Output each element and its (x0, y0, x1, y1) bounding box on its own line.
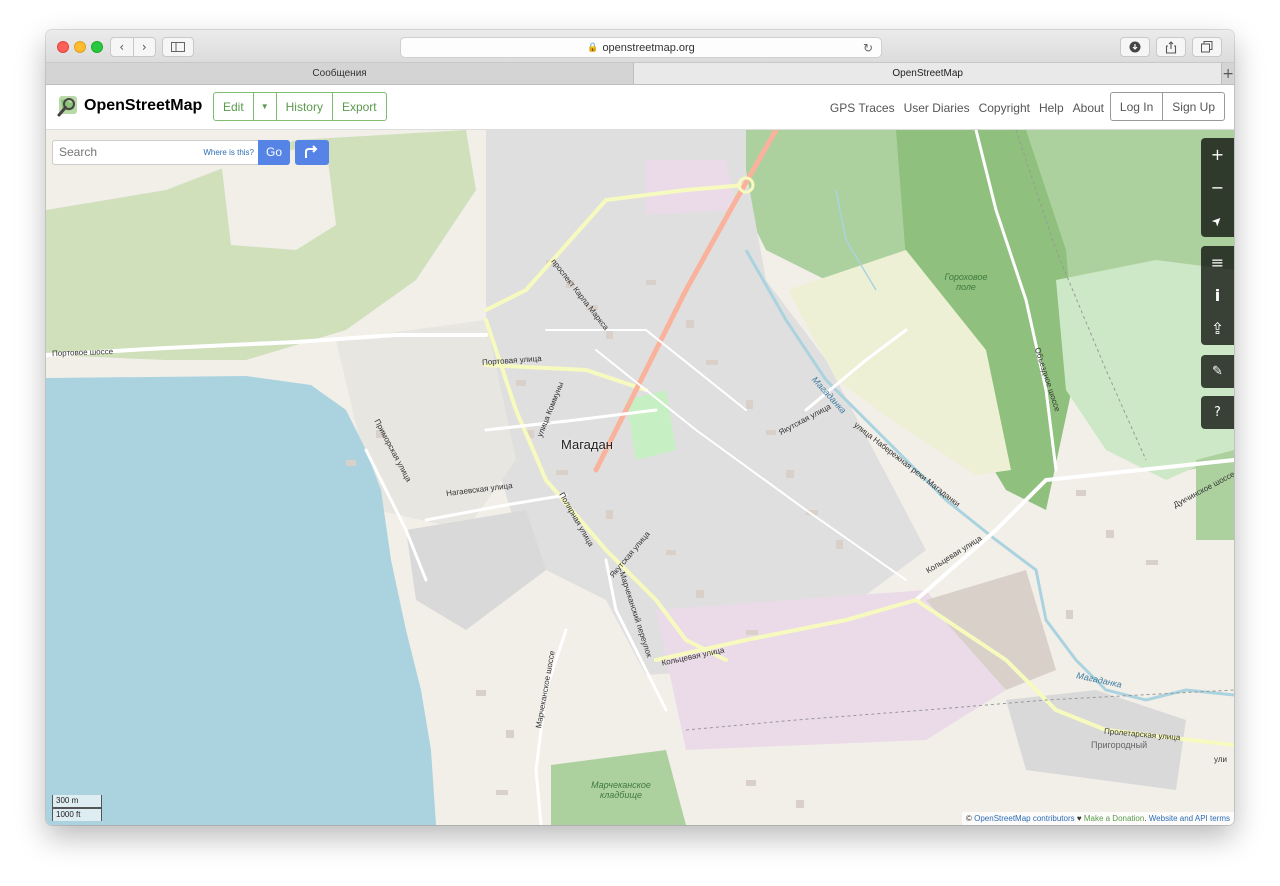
downloads-button[interactable] (1120, 37, 1150, 57)
back-icon[interactable]: ‹ (111, 38, 133, 56)
logo-text: OpenStreetMap (84, 97, 203, 114)
layers-button[interactable]: ≡ (1201, 246, 1234, 279)
edit-button-group: Edit ▼ History Export (213, 92, 387, 121)
directions-button[interactable] (295, 139, 329, 165)
signup-button[interactable]: Sign Up (1163, 93, 1224, 120)
layers-icon: ≡ (1210, 253, 1225, 272)
terms-link[interactable]: Website and API terms (1149, 814, 1230, 823)
share-icon: ⇪ (1210, 319, 1225, 338)
share-icon (1165, 40, 1177, 54)
search-box: Where is this? (52, 139, 258, 165)
edit-button[interactable]: Edit (214, 93, 254, 120)
address-bar[interactable]: 🔒 openstreetmap.org ↻ (400, 37, 882, 58)
note-icon: ✎ (1212, 364, 1223, 379)
download-icon (1129, 41, 1141, 53)
tab-messages[interactable]: Сообщения (46, 63, 635, 84)
secondary-nav: GPS Traces User Diaries Copyright Help A… (821, 85, 1104, 130)
map-tiles (46, 130, 1234, 825)
note-control: ✎ (1201, 355, 1234, 388)
share-map-button[interactable]: ⇪ (1201, 312, 1234, 345)
browser-window: ‹ › 🔒 openstreetmap.org ↻ Сообщения Open… (46, 30, 1234, 825)
edit-dropdown-caret-icon[interactable]: ▼ (254, 93, 277, 120)
minus-icon: − (1210, 178, 1225, 197)
heart-icon: ♥ (1074, 814, 1084, 823)
zoom-out-button[interactable]: − (1201, 171, 1234, 204)
locate-button[interactable]: ➤ (1201, 204, 1234, 237)
show-tabs-button[interactable] (1192, 37, 1222, 57)
nav-about[interactable]: About (1073, 101, 1104, 115)
sidebar-icon (171, 42, 185, 52)
go-button[interactable]: Go (258, 139, 290, 165)
place-label: Пригородный (1091, 740, 1148, 750)
locate-arrow-icon: ➤ (1208, 211, 1227, 230)
history-button[interactable]: History (277, 93, 333, 120)
zoom-in-button[interactable]: + (1201, 138, 1234, 171)
lock-icon: 🔒 (587, 42, 599, 53)
area-label: Гороховое поле (944, 272, 988, 292)
contributors-link[interactable]: OpenStreetMap contributors (974, 814, 1075, 823)
tab-openstreetmap[interactable]: OpenStreetMap (634, 63, 1223, 84)
nav-gps-traces[interactable]: GPS Traces (830, 101, 895, 115)
zoom-window-button[interactable] (91, 41, 103, 53)
cemetery-label: Марчеканское кладбище (591, 780, 651, 800)
query-control: ? (1201, 396, 1234, 429)
osm-header: OpenStreetMap Edit ▼ History Export GPS … (46, 85, 1234, 130)
login-button[interactable]: Log In (1111, 93, 1164, 120)
plus-icon: + (1210, 145, 1225, 164)
query-features-button[interactable]: ? (1201, 396, 1234, 429)
map-key-button[interactable]: i (1201, 279, 1234, 312)
info-icon: i (1214, 286, 1221, 305)
where-is-this-link[interactable]: Where is this? (203, 148, 254, 157)
forward-icon[interactable]: › (132, 38, 156, 56)
sidebar-toggle-button[interactable] (162, 37, 194, 57)
road-label: ули (1214, 755, 1227, 764)
minimize-window-button[interactable] (74, 41, 86, 53)
nav-user-diaries[interactable]: User Diaries (904, 101, 970, 115)
query-cursor-icon: ? (1214, 405, 1221, 420)
search-panel: Where is this? Go (52, 136, 332, 168)
tabs-icon (1201, 41, 1213, 53)
logo-link[interactable]: OpenStreetMap (56, 94, 202, 118)
share-button[interactable] (1156, 37, 1186, 57)
donation-link[interactable]: Make a Donation (1084, 814, 1144, 823)
add-note-button[interactable]: ✎ (1201, 355, 1234, 388)
osm-logo-icon (57, 96, 77, 117)
scale-metric: 300 m (52, 795, 102, 808)
city-label: Магадан (561, 437, 613, 452)
map-tool-controls: ≡ i ⇪ (1201, 246, 1234, 345)
tab-bar: Сообщения OpenStreetMap + (46, 63, 1234, 85)
scale-bar: 300 m 1000 ft (52, 795, 102, 821)
export-button[interactable]: Export (333, 93, 386, 120)
scale-imperial: 1000 ft (52, 808, 102, 821)
auth-buttons: Log In Sign Up (1109, 92, 1225, 121)
nav-help[interactable]: Help (1039, 101, 1064, 115)
title-bar: ‹ › 🔒 openstreetmap.org ↻ (46, 30, 1234, 63)
back-forward-group: ‹ › (110, 37, 156, 57)
reload-icon[interactable]: ↻ (863, 41, 873, 55)
zoom-controls: + − ➤ (1201, 138, 1234, 237)
new-tab-button[interactable]: + (1222, 63, 1234, 84)
copyright-symbol: © (966, 814, 975, 823)
attribution: © OpenStreetMap contributors ♥ Make a Do… (962, 812, 1234, 825)
close-window-button[interactable] (57, 41, 69, 53)
directions-icon (305, 145, 318, 158)
map-canvas[interactable]: Магадан Портовое шоссе Портовая улица пр… (46, 130, 1234, 825)
address-text: openstreetmap.org (602, 41, 695, 54)
nav-copyright[interactable]: Copyright (979, 101, 1030, 115)
